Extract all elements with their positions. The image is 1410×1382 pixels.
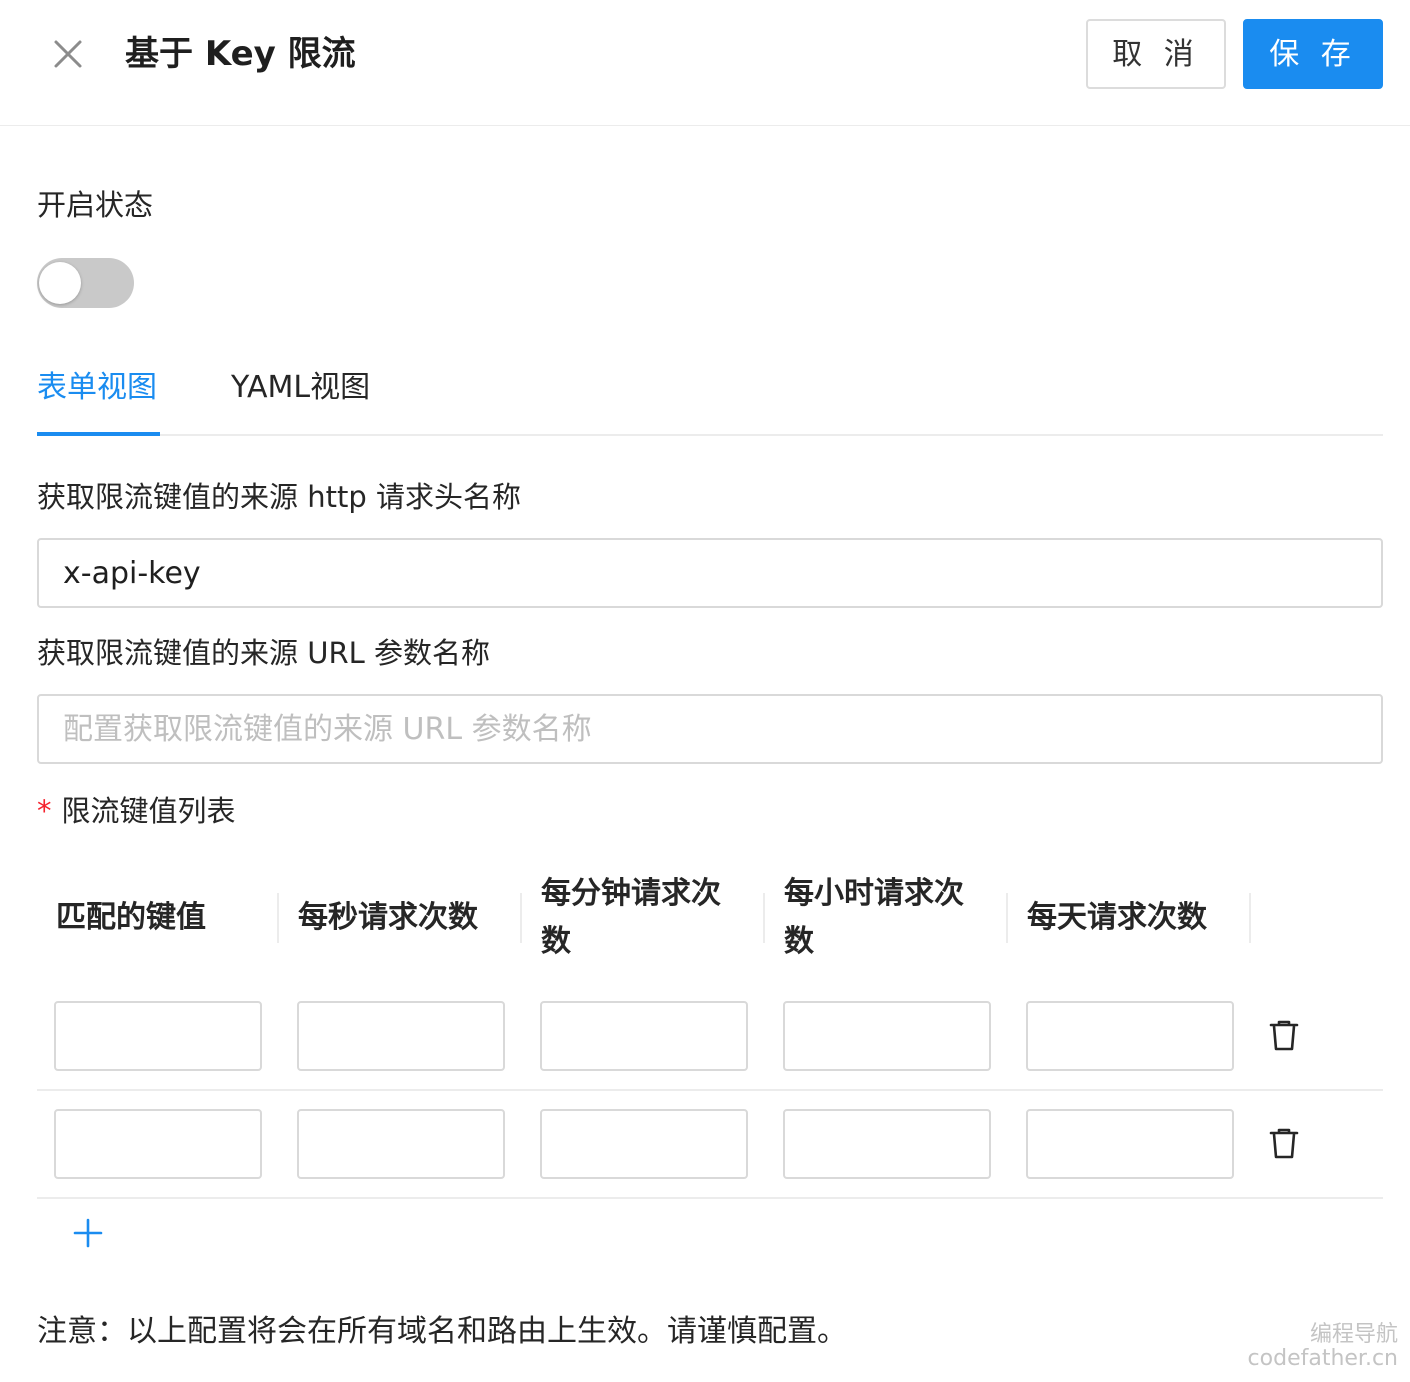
enable-toggle[interactable]	[37, 258, 134, 308]
key-list-label-text: 限流键值列表	[61, 794, 236, 828]
cancel-button[interactable]: 取 消	[1086, 19, 1226, 89]
watermark-title: 编程导航	[1309, 1322, 1398, 1347]
trash-icon	[1269, 1128, 1299, 1159]
column-header-per-second-text: 每秒请求次数	[298, 900, 478, 935]
row1-per-day-input[interactable]	[1026, 1001, 1234, 1071]
row-divider	[37, 1197, 1383, 1199]
plus-icon	[73, 1218, 103, 1248]
row2-per-day-input[interactable]	[1026, 1109, 1234, 1179]
watermark-url: codefather.cn	[1247, 1346, 1398, 1371]
row1-key-input[interactable]	[54, 1001, 262, 1071]
row-divider	[37, 1089, 1383, 1091]
required-mark: *	[37, 794, 52, 828]
column-header-per-hour: 每小时请求次 数	[784, 870, 964, 966]
status-label: 开启状态	[37, 188, 154, 222]
column-header-key-text: 匹配的键值	[56, 900, 206, 935]
column-header-key: 匹配的键值	[56, 894, 206, 942]
tab-yaml-view[interactable]: YAML视图	[231, 366, 370, 410]
config-note: 注意：以上配置将会在所有域名和路由上生效。请谨慎配置。	[37, 1314, 847, 1349]
row2-per-hour-input[interactable]	[783, 1109, 991, 1179]
save-button[interactable]: 保 存	[1243, 19, 1383, 89]
row2-key-input[interactable]	[54, 1109, 262, 1179]
column-header-per-hour-line2: 数	[784, 924, 814, 959]
column-separator	[520, 893, 522, 943]
url-source-label: 获取限流键值的来源 URL 参数名称	[37, 636, 490, 670]
row2-delete-button[interactable]	[1269, 1127, 1299, 1161]
page-title: 基于 Key 限流	[125, 34, 356, 74]
drawer-header: 基于 Key 限流 取 消 保 存	[0, 0, 1410, 126]
column-header-per-minute-line1: 每分钟请求次	[541, 876, 721, 911]
row2-per-minute-input[interactable]	[540, 1109, 748, 1179]
tab-form-view[interactable]: 表单视图	[37, 366, 157, 410]
row2-per-second-input[interactable]	[297, 1109, 505, 1179]
row1-per-second-input[interactable]	[297, 1001, 505, 1071]
close-icon	[54, 40, 82, 68]
column-header-per-second: 每秒请求次数	[298, 894, 478, 942]
column-separator	[763, 893, 765, 943]
column-header-per-hour-line1: 每小时请求次	[784, 876, 964, 911]
key-list-label: * 限流键值列表	[37, 791, 236, 831]
row1-delete-button[interactable]	[1269, 1019, 1299, 1053]
row1-per-hour-input[interactable]	[783, 1001, 991, 1071]
url-source-input[interactable]	[37, 694, 1383, 764]
column-header-per-day: 每天请求次数	[1027, 894, 1207, 942]
toggle-knob	[39, 262, 81, 304]
add-row-button[interactable]	[70, 1215, 106, 1251]
header-source-input[interactable]	[37, 538, 1383, 608]
header-source-label: 获取限流键值的来源 http 请求头名称	[37, 480, 521, 514]
row1-per-minute-input[interactable]	[540, 1001, 748, 1071]
column-header-per-minute-line2: 数	[541, 924, 571, 959]
trash-icon	[1269, 1020, 1299, 1051]
close-button[interactable]	[47, 33, 89, 75]
column-header-per-minute: 每分钟请求次 数	[541, 870, 721, 966]
column-separator	[277, 893, 279, 943]
column-header-per-day-text: 每天请求次数	[1027, 900, 1207, 935]
view-tabs: 表单视图 YAML视图	[37, 360, 1383, 436]
column-separator	[1249, 893, 1251, 943]
active-tab-indicator	[37, 432, 160, 436]
column-separator	[1006, 893, 1008, 943]
